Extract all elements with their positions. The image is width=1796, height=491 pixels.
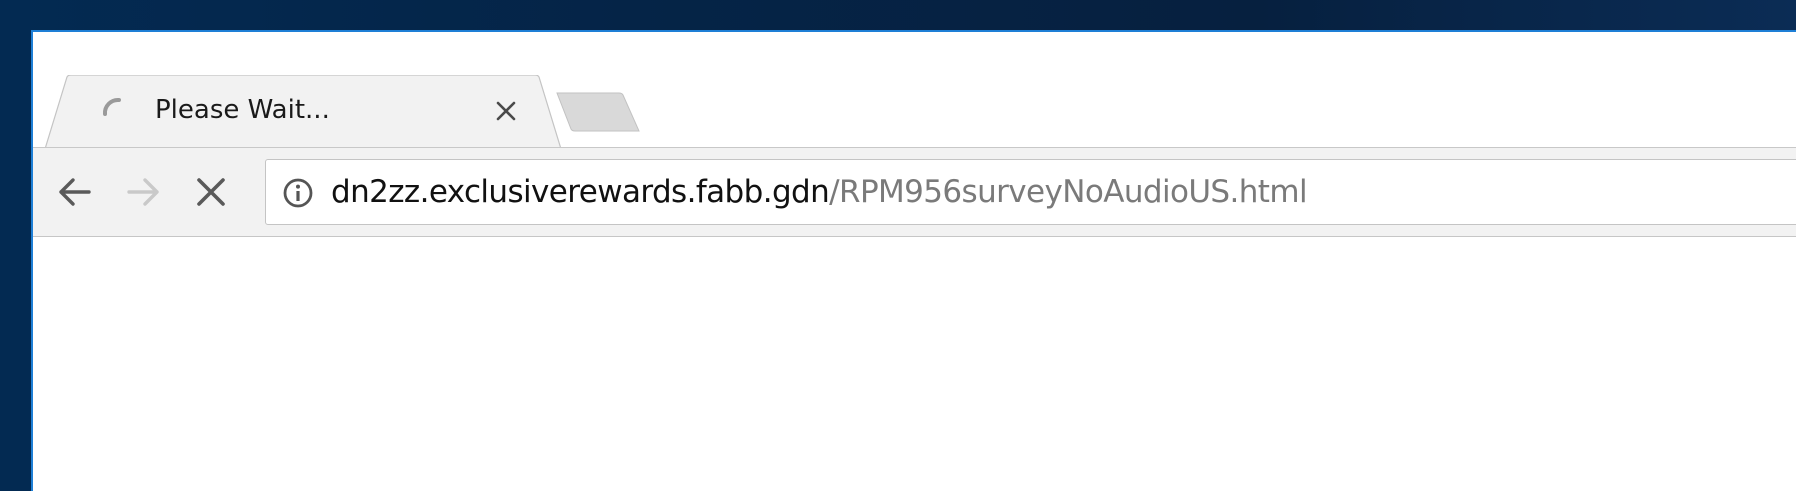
close-icon[interactable] xyxy=(495,100,517,122)
address-bar[interactable]: dn2zz.exclusiverewards.fabb.gdn/RPM956su… xyxy=(265,159,1796,225)
loading-spinner-icon xyxy=(102,97,121,116)
tab-strip: Please Wait... xyxy=(33,32,1796,149)
forward-arrow-icon[interactable] xyxy=(123,172,163,212)
url-host: dn2zz.exclusiverewards.fabb.gdn xyxy=(331,174,830,210)
url-path: /RPM956surveyNoAudioUS.html xyxy=(829,174,1307,210)
tab-active[interactable]: Please Wait... xyxy=(45,75,565,149)
desktop-background: Please Wait... dn2zz.exclusiverewards.fa… xyxy=(0,0,1796,491)
page-content xyxy=(33,237,1796,491)
info-icon[interactable] xyxy=(282,177,314,209)
new-tab-icon[interactable] xyxy=(555,91,641,133)
stop-icon[interactable] xyxy=(191,172,231,212)
browser-window: Please Wait... dn2zz.exclusiverewards.fa… xyxy=(31,30,1796,491)
url-text[interactable]: dn2zz.exclusiverewards.fabb.gdn/RPM956su… xyxy=(331,174,1308,210)
back-arrow-icon[interactable] xyxy=(55,172,95,212)
browser-toolbar: dn2zz.exclusiverewards.fabb.gdn/RPM956su… xyxy=(33,147,1796,237)
tab-title: Please Wait... xyxy=(155,95,330,125)
